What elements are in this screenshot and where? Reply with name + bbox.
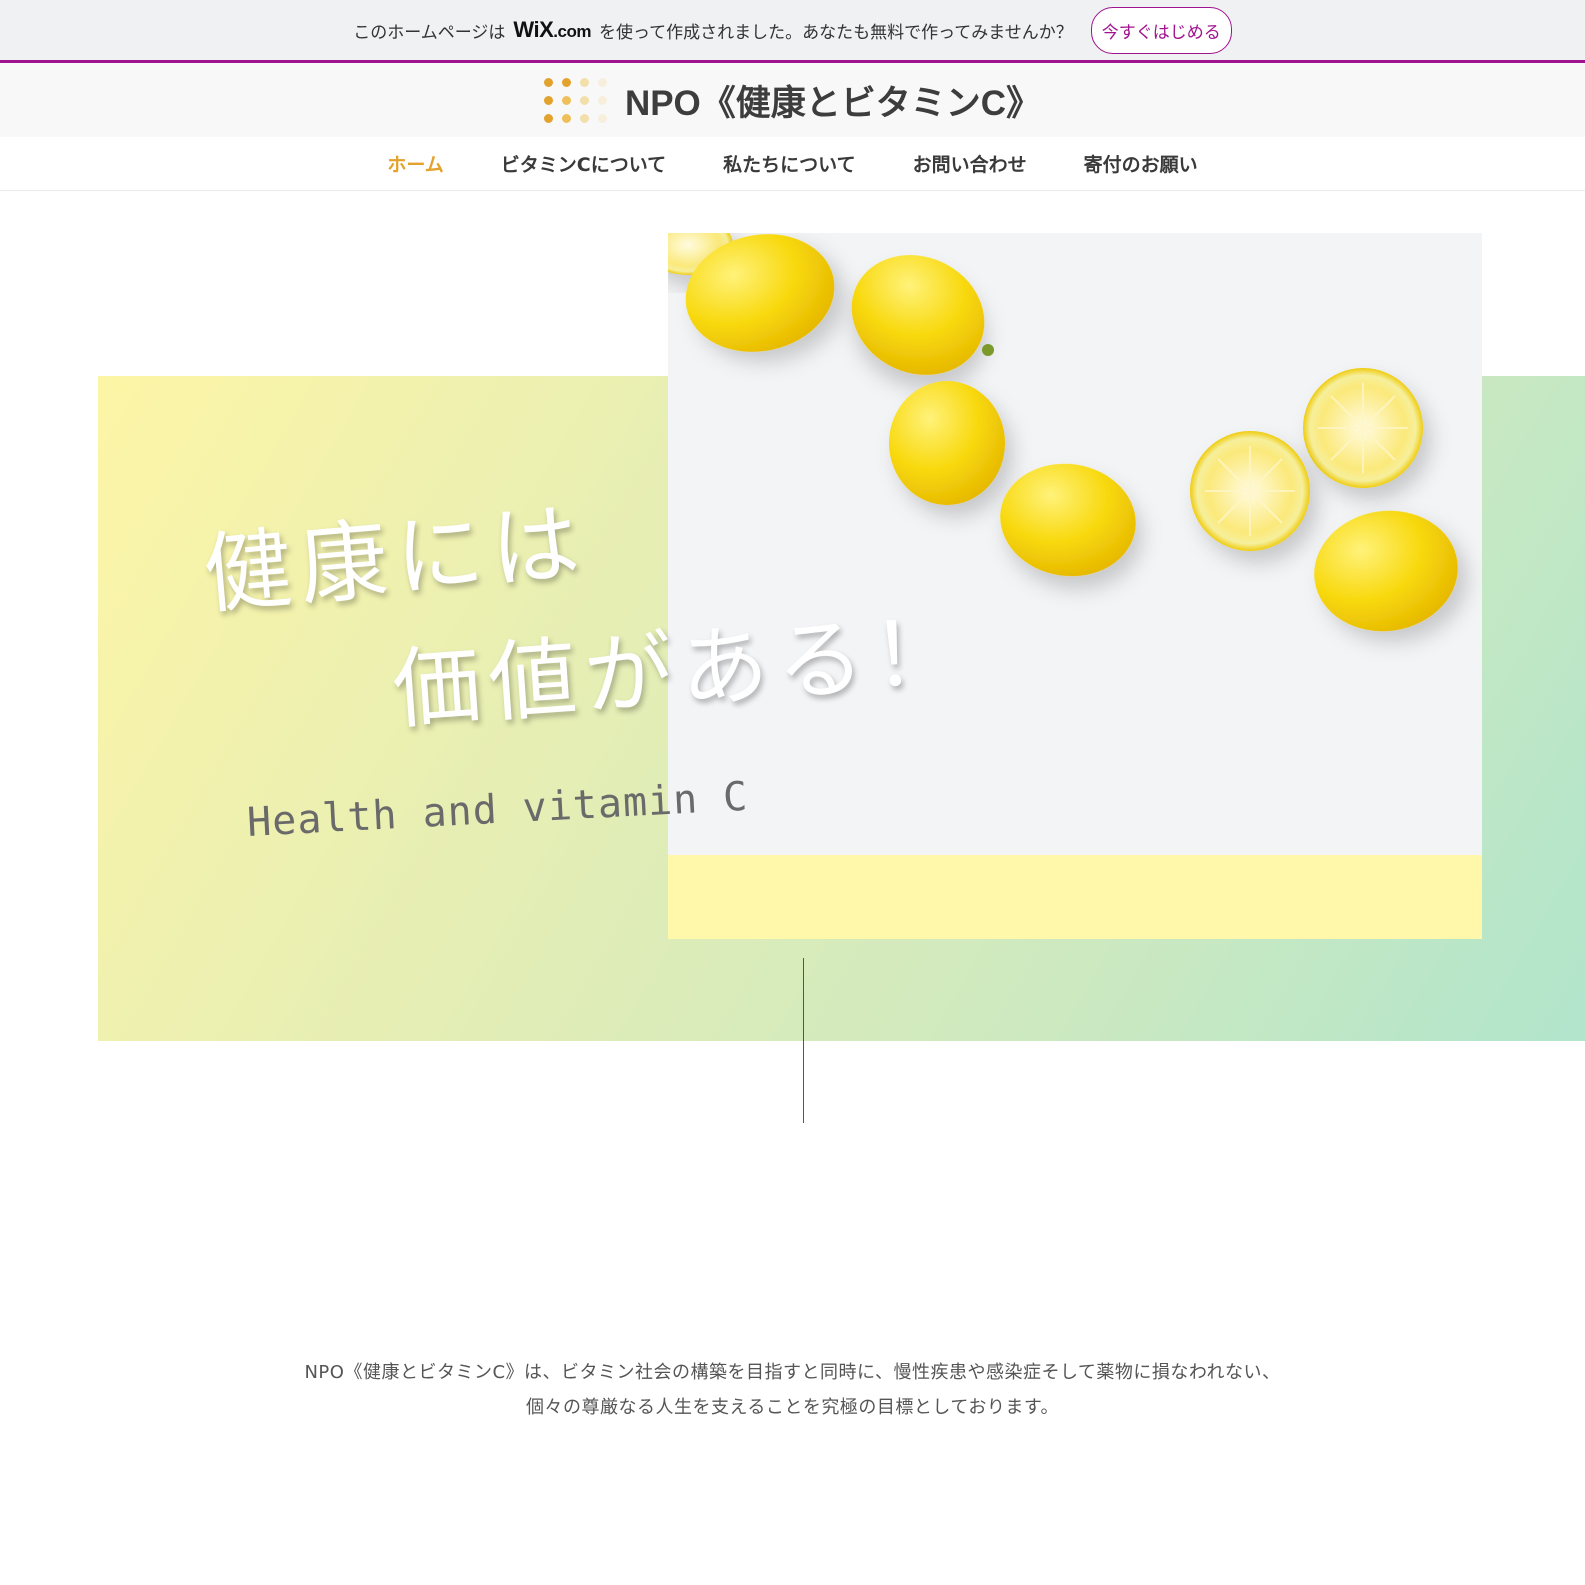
mission-line-1: NPO《健康とビタミンC》は、ビタミン社会の構築を目指すと同時に、慢性疾患や感染… <box>304 1362 1281 1383</box>
nav-item-about[interactable]: 私たちについて <box>723 150 855 177</box>
hero-lemons-image <box>668 233 1482 855</box>
wix-logo-text: WiX <box>513 17 554 42</box>
hero-yellow-strip <box>668 855 1482 939</box>
start-now-button[interactable]: 今すぐはじめる <box>1090 6 1232 54</box>
nav-item-donate[interactable]: 寄付のお願い <box>1084 150 1198 177</box>
site-header: NPO《健康とビタミンC》 <box>0 63 1585 137</box>
nav-item-contact[interactable]: お問い合わせ <box>913 150 1027 177</box>
divider-line <box>803 958 804 1123</box>
site-title[interactable]: NPO《健康とビタミンC》 <box>625 75 1041 126</box>
main-nav: ホーム ビタミンCについて 私たちについて お問い合わせ 寄付のお願い <box>0 137 1585 191</box>
banner-text-after: を使って作成されました。あなたも無料で作ってみませんか？ <box>598 22 1073 43</box>
mission-line-2: 個々の尊厳なる人生を支えることを究極の目標としております。 <box>525 1397 1060 1418</box>
nav-item-home[interactable]: ホーム <box>387 150 443 177</box>
banner-text-before: このホームページは <box>353 22 506 43</box>
nav-item-vitamin-c[interactable]: ビタミンCについて <box>501 150 666 177</box>
wix-promo-banner: このホームページは WiX.com を使って作成されました。あなたも無料で作って… <box>0 0 1585 63</box>
site-logo-dots-icon[interactable] <box>543 77 607 123</box>
wix-logo-dotcom: .com <box>553 22 591 41</box>
wix-logo[interactable]: WiX.com <box>513 17 591 43</box>
lemons-illustration <box>668 233 1458 632</box>
mission-statement: NPO《健康とビタミンC》は、ビタミン社会の構築を目指すと同時に、慢性疾患や感染… <box>0 1355 1585 1425</box>
